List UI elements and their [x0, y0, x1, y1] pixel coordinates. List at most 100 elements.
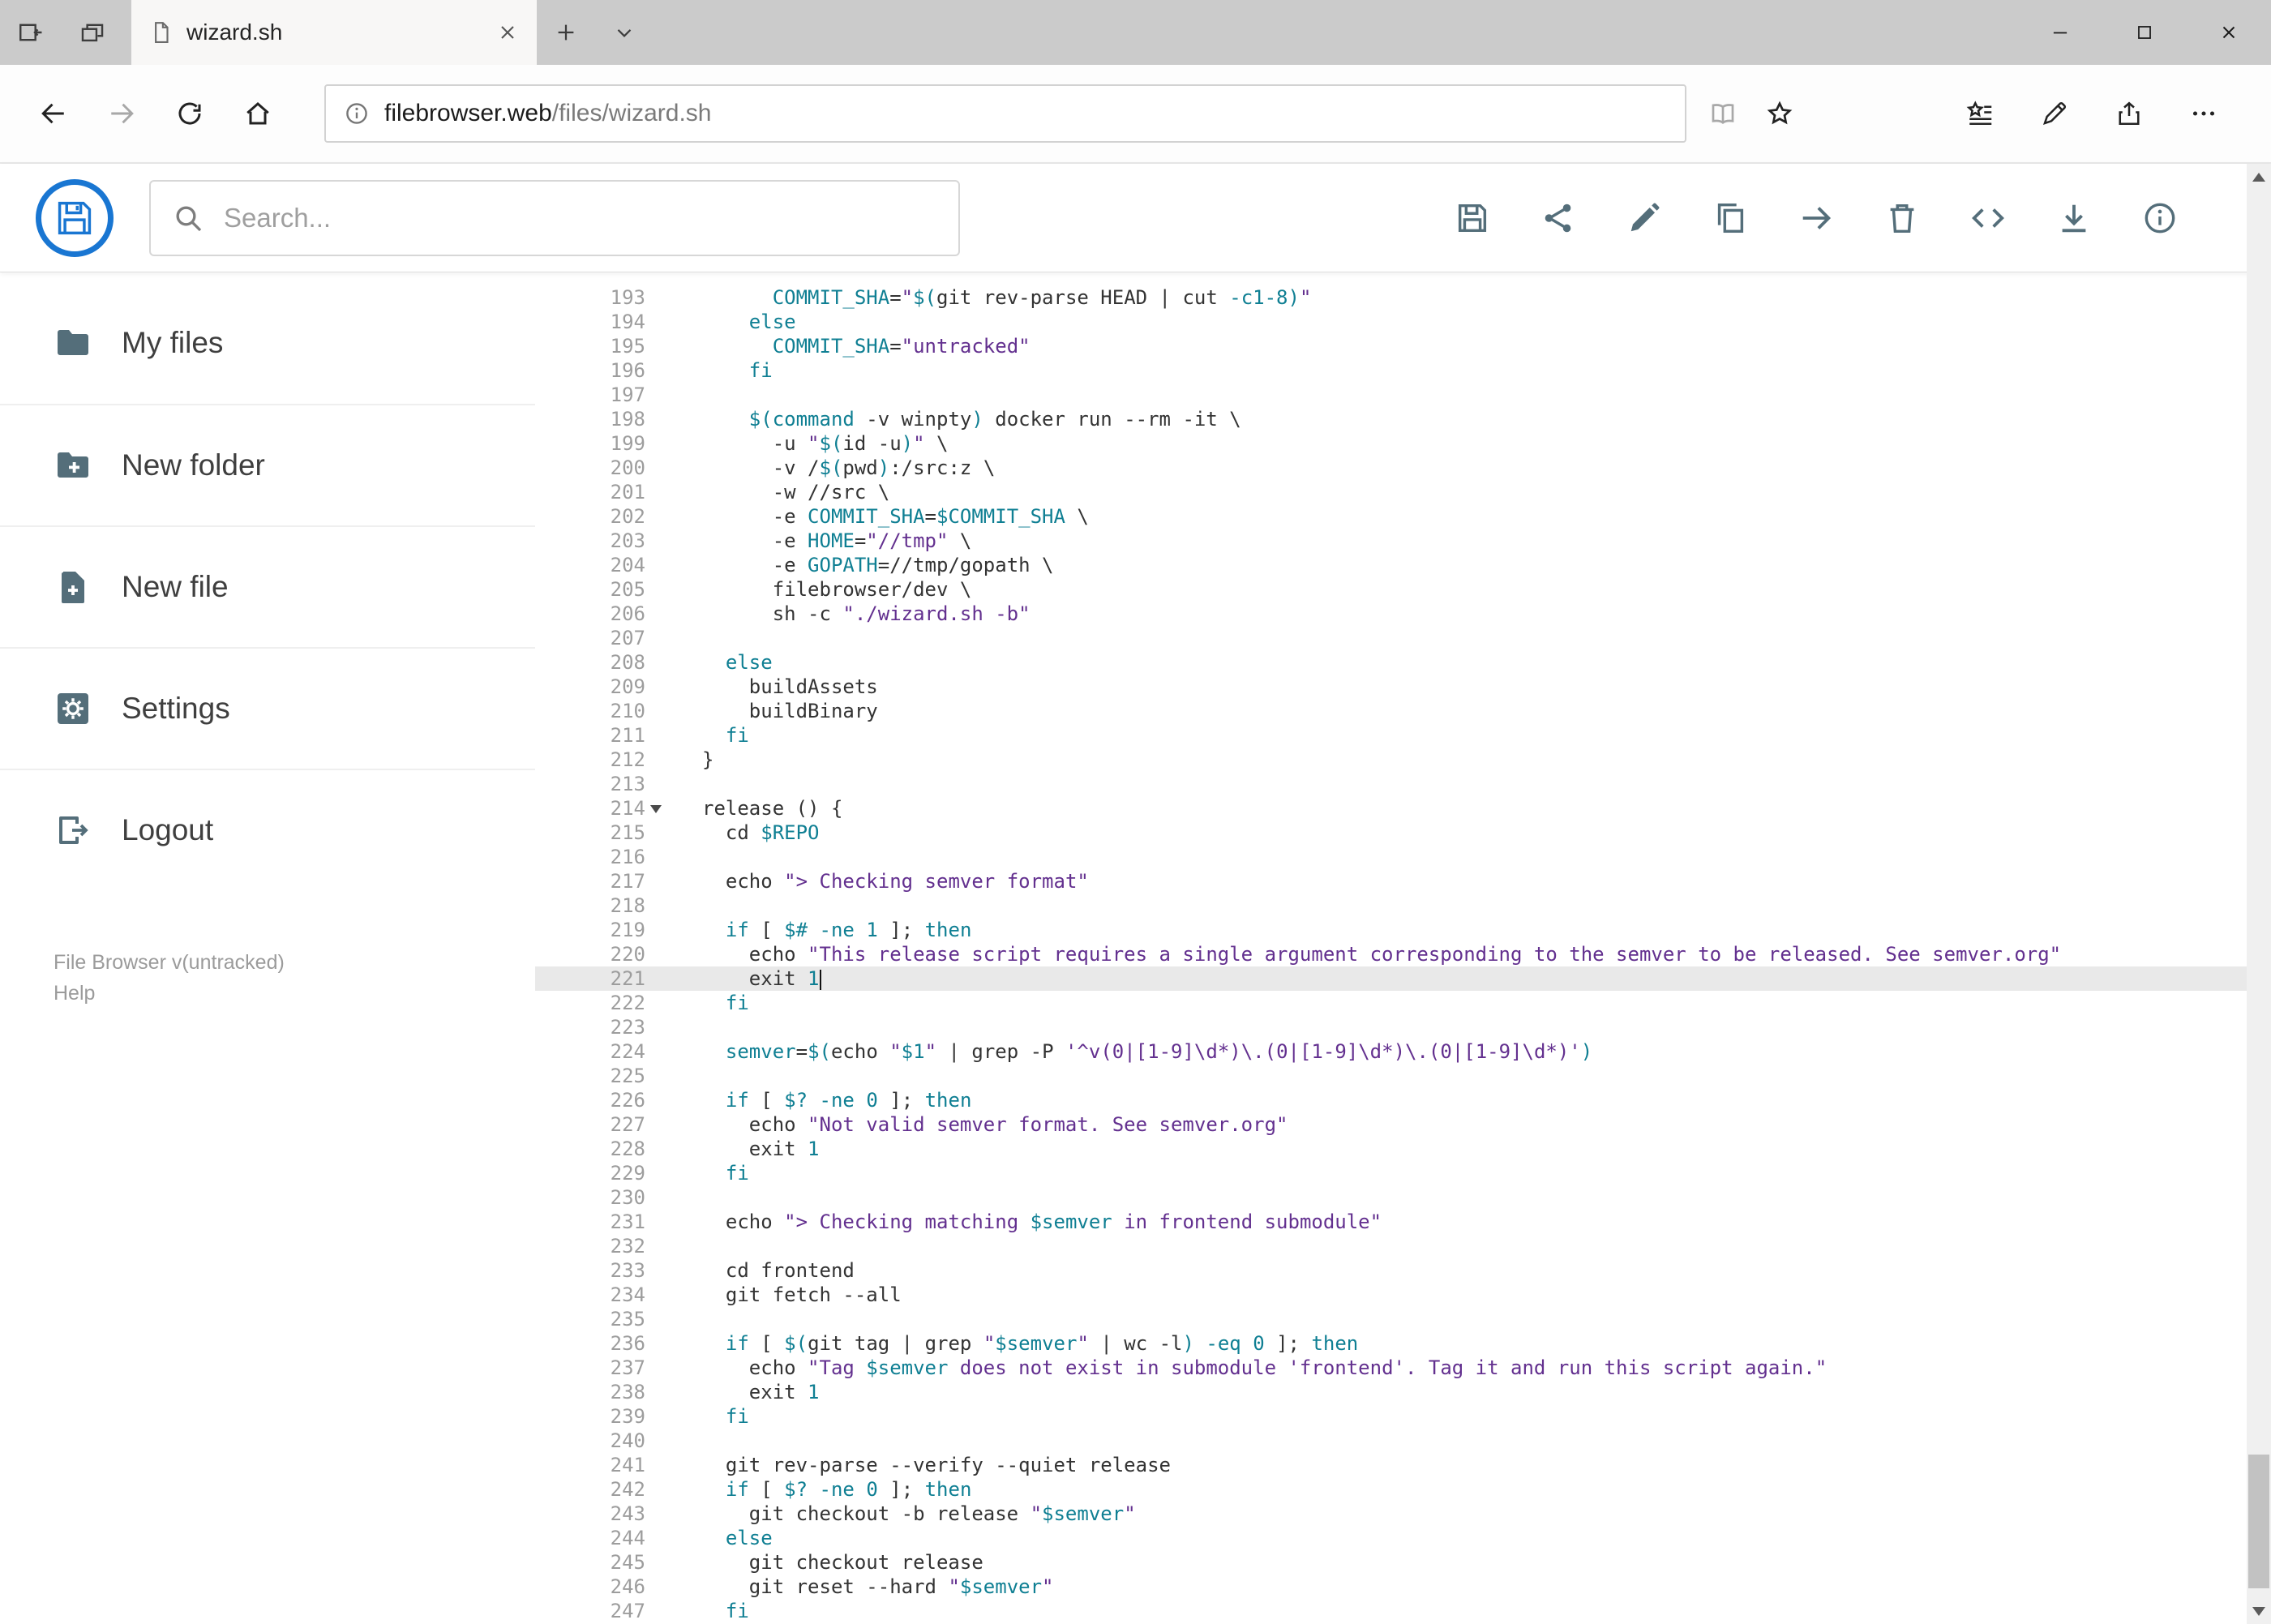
code-line[interactable]: 218: [535, 893, 2271, 918]
line-number[interactable]: 203: [535, 529, 645, 553]
code-line[interactable]: 194 else: [535, 310, 2271, 334]
code-line[interactable]: 195 COMMIT_SHA="untracked": [535, 334, 2271, 358]
line-number[interactable]: 229: [535, 1161, 645, 1185]
line-number[interactable]: 231: [535, 1210, 645, 1234]
line-number[interactable]: 195: [535, 334, 645, 358]
download-icon[interactable]: [2055, 199, 2093, 237]
line-number[interactable]: 219: [535, 918, 645, 942]
code-line[interactable]: 240: [535, 1429, 2271, 1453]
line-number[interactable]: 246: [535, 1575, 645, 1599]
line-number[interactable]: 204: [535, 553, 645, 577]
scrollbar-thumb[interactable]: [2248, 1455, 2269, 1588]
code-line[interactable]: 236 if [ $(git tag | grep "$semver" | wc…: [535, 1331, 2271, 1356]
code-line[interactable]: 198 $(command -v winpty) docker run --rm…: [535, 407, 2271, 431]
line-number[interactable]: 242: [535, 1477, 645, 1502]
code-line[interactable]: 228 exit 1: [535, 1137, 2271, 1161]
line-number[interactable]: 220: [535, 942, 645, 966]
app-logo[interactable]: [36, 178, 114, 257]
code-line[interactable]: 246 git reset --hard "$semver": [535, 1575, 2271, 1599]
line-number[interactable]: 206: [535, 602, 645, 626]
line-number[interactable]: 213: [535, 772, 645, 796]
code-line[interactable]: 234 git fetch --all: [535, 1283, 2271, 1307]
code-line[interactable]: 213: [535, 772, 2271, 796]
line-number[interactable]: 223: [535, 1015, 645, 1039]
line-number[interactable]: 240: [535, 1429, 645, 1453]
annotate-button[interactable]: [2028, 87, 2081, 140]
search-box[interactable]: [149, 179, 960, 256]
share-page-button[interactable]: [2102, 87, 2156, 140]
line-number[interactable]: 197: [535, 383, 645, 407]
line-number[interactable]: 199: [535, 431, 645, 456]
code-line[interactable]: 211 fi: [535, 723, 2271, 748]
line-number[interactable]: 234: [535, 1283, 645, 1307]
code-line[interactable]: 239 fi: [535, 1404, 2271, 1429]
line-number[interactable]: 239: [535, 1404, 645, 1429]
forward-button[interactable]: [88, 79, 156, 148]
code-line[interactable]: 245 git checkout release: [535, 1550, 2271, 1575]
line-number[interactable]: 215: [535, 821, 645, 845]
site-info-icon[interactable]: [344, 101, 370, 126]
line-number[interactable]: 226: [535, 1088, 645, 1112]
code-line[interactable]: 243 git checkout -b release "$semver": [535, 1502, 2271, 1526]
line-number[interactable]: 222: [535, 991, 645, 1015]
code-line[interactable]: 231 echo "> Checking matching $semver in…: [535, 1210, 2271, 1234]
code-line[interactable]: 196 fi: [535, 358, 2271, 383]
line-number[interactable]: 194: [535, 310, 645, 334]
code-line[interactable]: 202 -e COMMIT_SHA=$COMMIT_SHA \: [535, 504, 2271, 529]
line-number[interactable]: 205: [535, 577, 645, 602]
save-icon[interactable]: [1454, 199, 1491, 237]
line-number[interactable]: 212: [535, 748, 645, 772]
line-number[interactable]: 224: [535, 1039, 645, 1064]
minimize-button[interactable]: [2018, 0, 2102, 65]
code-editor[interactable]: 193 COMMIT_SHA="$(git rev-parse HEAD | c…: [535, 272, 2271, 1624]
move-icon[interactable]: [1798, 199, 1835, 237]
code-line[interactable]: 220 echo "This release script requires a…: [535, 942, 2271, 966]
line-number[interactable]: 241: [535, 1453, 645, 1477]
search-input[interactable]: [224, 202, 937, 234]
fold-toggle-icon[interactable]: [645, 796, 666, 821]
back-button[interactable]: [19, 79, 88, 148]
code-line[interactable]: 197: [535, 383, 2271, 407]
help-link[interactable]: Help: [54, 978, 535, 1009]
code-line[interactable]: 205 filebrowser/dev \: [535, 577, 2271, 602]
line-number[interactable]: 211: [535, 723, 645, 748]
line-number[interactable]: 221: [535, 966, 645, 991]
line-number[interactable]: 193: [535, 285, 645, 310]
code-icon[interactable]: [1969, 199, 2007, 237]
code-line[interactable]: 242 if [ $? -ne 0 ]; then: [535, 1477, 2271, 1502]
line-number[interactable]: 225: [535, 1064, 645, 1088]
code-line[interactable]: 222 fi: [535, 991, 2271, 1015]
line-number[interactable]: 210: [535, 699, 645, 723]
code-line[interactable]: 212}: [535, 748, 2271, 772]
browser-tab[interactable]: wizard.sh: [131, 0, 537, 65]
code-line[interactable]: 214 release () {: [535, 796, 2271, 821]
line-number[interactable]: 247: [535, 1599, 645, 1623]
line-number[interactable]: 228: [535, 1137, 645, 1161]
code-line[interactable]: 203 -e HOME="//tmp" \: [535, 529, 2271, 553]
sidebar-item-my-files[interactable]: My files: [0, 282, 535, 404]
code-line[interactable]: 244 else: [535, 1526, 2271, 1550]
line-number[interactable]: 218: [535, 893, 645, 918]
refresh-button[interactable]: [156, 79, 224, 148]
code-line[interactable]: 226 if [ $? -ne 0 ]; then: [535, 1088, 2271, 1112]
code-line[interactable]: 238 exit 1: [535, 1380, 2271, 1404]
code-line[interactable]: 224 semver=$(echo "$1" | grep -P '^v(0|[…: [535, 1039, 2271, 1064]
code-line[interactable]: 227 echo "Not valid semver format. See s…: [535, 1112, 2271, 1137]
new-tab-button[interactable]: [537, 0, 595, 65]
code-line[interactable]: 204 -e GOPATH=//tmp/gopath \: [535, 553, 2271, 577]
sidebar-item-new-folder[interactable]: New folder: [0, 404, 535, 525]
code-line[interactable]: 232: [535, 1234, 2271, 1258]
more-button[interactable]: [2177, 87, 2230, 140]
line-number[interactable]: 202: [535, 504, 645, 529]
code-line[interactable]: 208 else: [535, 650, 2271, 675]
line-number[interactable]: 235: [535, 1307, 645, 1331]
code-line[interactable]: 219 if [ $# -ne 1 ]; then: [535, 918, 2271, 942]
tabs-preview-icon[interactable]: [62, 0, 123, 65]
line-number[interactable]: 207: [535, 626, 645, 650]
line-number[interactable]: 201: [535, 480, 645, 504]
line-number[interactable]: 216: [535, 845, 645, 869]
code-line[interactable]: 215 cd $REPO: [535, 821, 2271, 845]
tab-list-chevron[interactable]: [595, 0, 653, 65]
line-number[interactable]: 209: [535, 675, 645, 699]
tab-close-icon[interactable]: [496, 21, 519, 44]
